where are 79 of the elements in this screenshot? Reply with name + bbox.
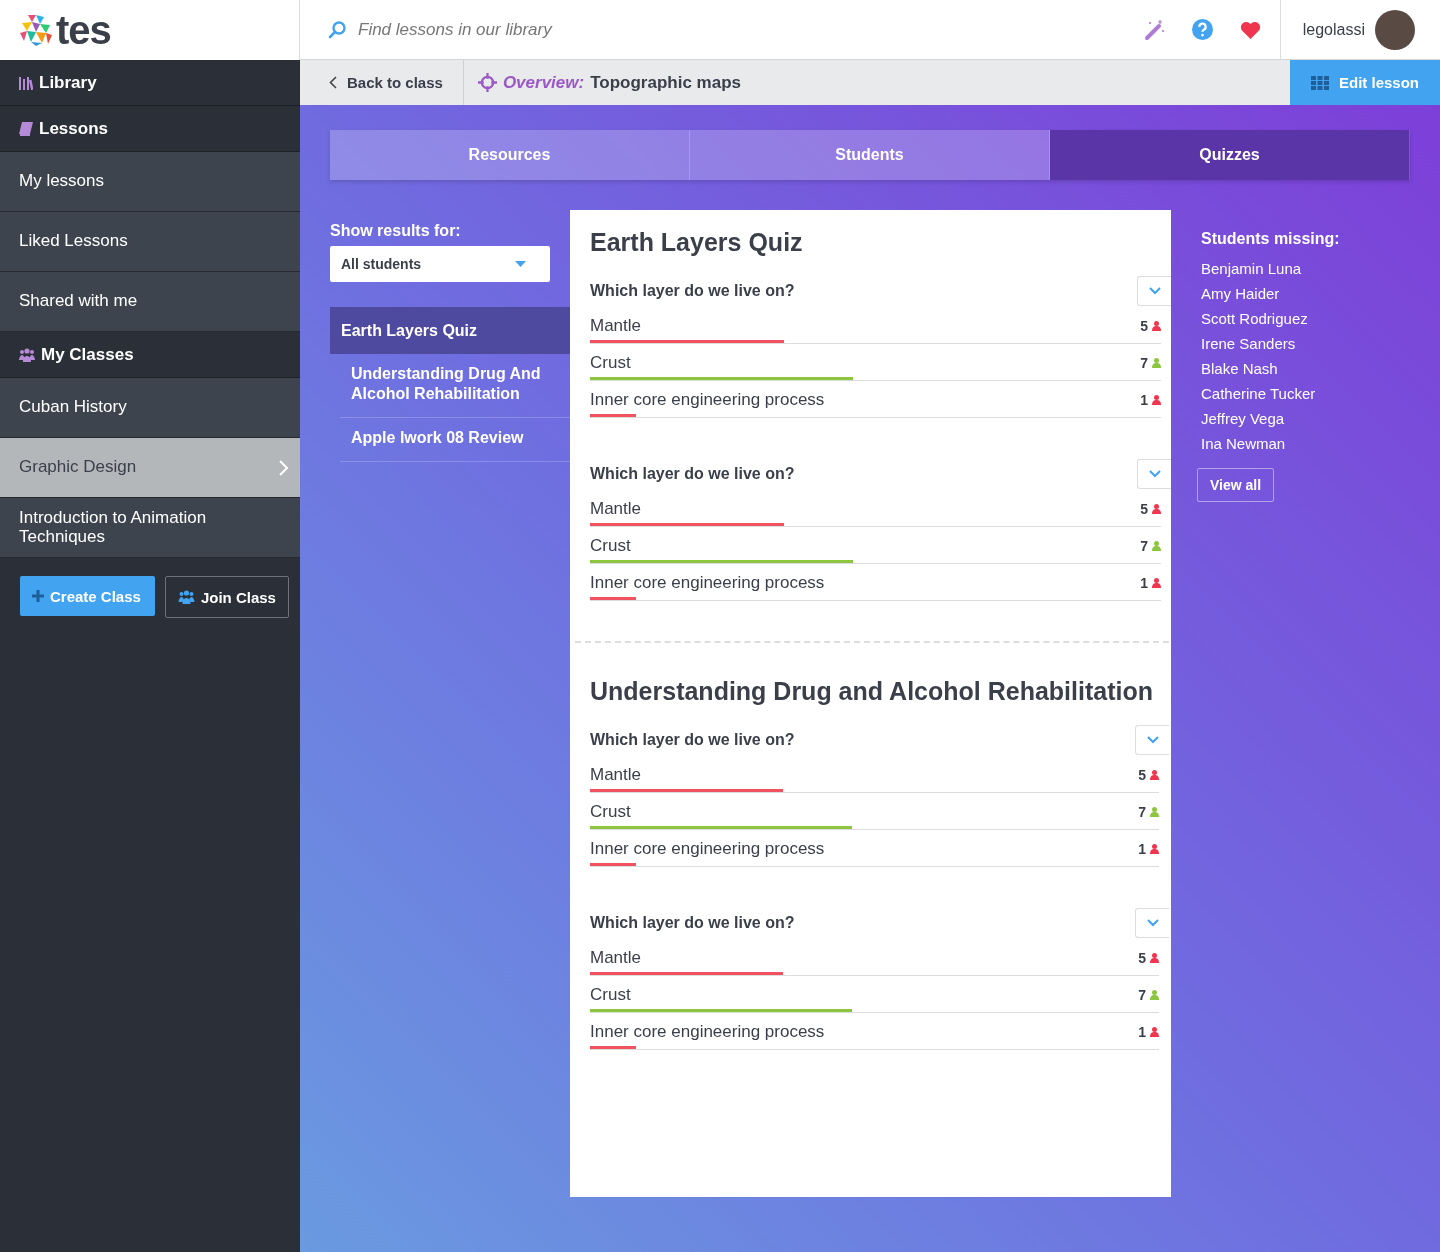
answer-count: 7	[1140, 538, 1148, 554]
chevron-left-icon	[329, 76, 337, 89]
chevron-right-icon	[279, 459, 288, 476]
answer-count: 1	[1138, 841, 1146, 857]
crosshair-icon	[477, 73, 497, 92]
question-text: Which layer do we live on?	[590, 731, 795, 749]
answer-count: 5	[1140, 501, 1148, 517]
answer-text: Mantle	[590, 499, 643, 519]
student-name: Amy Haider	[1201, 284, 1281, 304]
sidebar-item[interactable]: Cuban History	[0, 378, 300, 438]
filter-label: Show results for:	[330, 222, 462, 240]
student-name: Blake Nash	[1201, 359, 1279, 379]
answer-count: 7	[1140, 355, 1148, 371]
expand-button[interactable]	[1137, 276, 1171, 306]
logo-mark-icon	[18, 13, 54, 47]
library-bars-icon	[19, 75, 33, 90]
overview-label: Overview:	[502, 72, 585, 93]
join-class-button[interactable]: Join Class	[164, 576, 289, 618]
answer-text: Mantle	[590, 765, 643, 785]
sidebar-item[interactable]: Shared with me	[0, 272, 300, 332]
answer-text: Crust	[590, 802, 632, 822]
sidebar-item[interactable]: Liked Lessons	[0, 212, 300, 272]
answer-text: Inner core engineering process	[590, 390, 826, 410]
heart-icon[interactable]	[1239, 20, 1261, 39]
answer-text: Inner core engineering process	[590, 573, 826, 593]
student-name: Jeffrey Vega	[1201, 409, 1286, 429]
answer-text: Crust	[590, 353, 632, 373]
chevron-down-icon	[1146, 736, 1159, 744]
question-text: Which layer do we live on?	[590, 465, 795, 483]
answer-text: Mantle	[590, 948, 643, 968]
quiz-list-item[interactable]: Earth Layers Quiz	[330, 307, 570, 354]
book-icon	[19, 121, 33, 136]
question-text: Which layer do we live on?	[590, 914, 795, 932]
answer-text: Inner core engineering process	[590, 839, 826, 859]
student-name: Scott Rodriguez	[1201, 309, 1309, 329]
search-icon	[328, 20, 346, 39]
grid-icon	[1311, 75, 1329, 90]
student-filter-dropdown[interactable]: All students	[330, 246, 550, 282]
answer-count: 5	[1138, 767, 1146, 783]
quiz-title: Earth Layers Quiz	[590, 228, 804, 257]
tab[interactable]: Quizzes	[1050, 130, 1410, 180]
chevron-down-icon	[1148, 470, 1161, 478]
expand-button[interactable]	[1135, 908, 1169, 938]
username[interactable]: legolassi	[1302, 20, 1365, 39]
expand-button[interactable]	[1137, 459, 1171, 489]
answer-count: 1	[1140, 392, 1148, 408]
help-icon[interactable]	[1191, 19, 1213, 40]
answer-text: Mantle	[590, 316, 643, 336]
missing-students-heading: Students missing:	[1201, 230, 1340, 248]
question-text: Which layer do we live on?	[590, 282, 795, 300]
answer-text: Inner core engineering process	[590, 1022, 826, 1042]
answer-count: 1	[1138, 1024, 1146, 1040]
student-name: Catherine Tucker	[1201, 384, 1317, 404]
sidebar-item[interactable]: Introduction to Animation Techniques	[0, 498, 300, 558]
student-name: Benjamin Luna	[1201, 259, 1303, 279]
people-icon	[19, 347, 35, 362]
chevron-down-icon	[1148, 287, 1161, 295]
lesson-title: Topographic maps	[590, 72, 741, 93]
view-all-button[interactable]: View all	[1197, 468, 1275, 502]
answer-count: 7	[1138, 804, 1146, 820]
student-name: Ina Newman	[1201, 434, 1287, 454]
sidebar-item[interactable]: Graphic Design	[0, 438, 300, 498]
answer-text: Crust	[590, 985, 632, 1005]
answer-count: 7	[1138, 987, 1146, 1003]
answer-count: 5	[1140, 318, 1148, 334]
chevron-down-icon	[1146, 919, 1159, 927]
plus-icon	[32, 590, 44, 602]
answer-count: 1	[1140, 575, 1148, 591]
sidebar-item[interactable]: My lessons	[0, 152, 300, 212]
quiz-title: Understanding Drug and Alcohol Rehabilitation	[590, 677, 1154, 706]
magic-wand-icon[interactable]	[1142, 18, 1165, 41]
caret-icon	[515, 261, 526, 267]
logo-text[interactable]: tes	[56, 10, 111, 50]
student-name: Irene Sanders	[1201, 334, 1297, 354]
answer-text: Crust	[590, 536, 632, 556]
avatar[interactable]	[1375, 9, 1415, 50]
answer-count: 5	[1138, 950, 1146, 966]
people-icon	[177, 590, 195, 604]
expand-button[interactable]	[1135, 725, 1169, 755]
